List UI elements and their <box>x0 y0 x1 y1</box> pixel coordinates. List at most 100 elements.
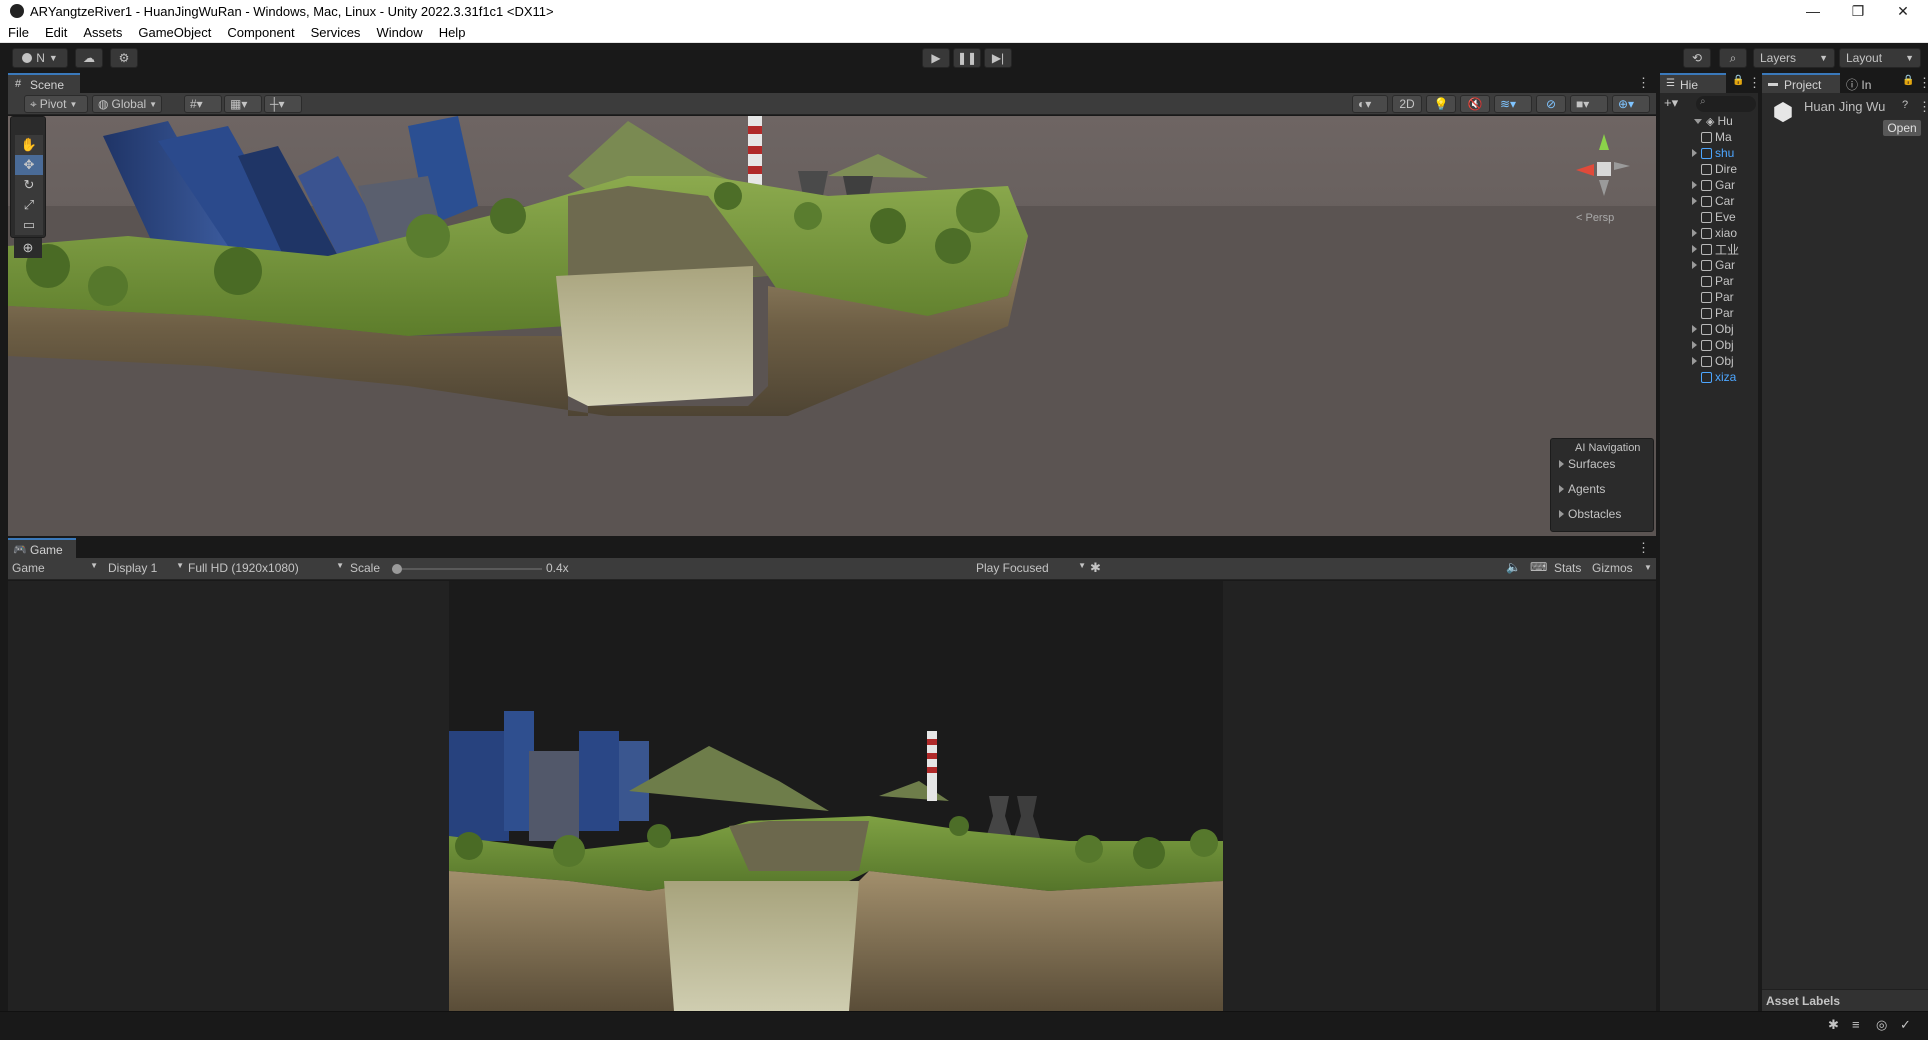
progress-check-icon[interactable]: ✓ <box>1900 1017 1911 1033</box>
hierarchy-item[interactable]: shu <box>1692 145 1734 161</box>
add-object-button[interactable]: +▾ <box>1664 95 1678 111</box>
hierarchy-item[interactable]: 工业 <box>1692 241 1739 257</box>
gizmos-toggle[interactable]: ⊕▾ <box>1612 95 1650 113</box>
expand-arrow-icon[interactable] <box>1692 181 1697 189</box>
keyboard-icon[interactable]: ⌨ <box>1530 560 1547 574</box>
ai-nav-surfaces[interactable]: Surfaces <box>1559 457 1615 471</box>
pivot-dropdown[interactable]: ⌖ Pivot ▼ <box>24 95 88 113</box>
tab-scene[interactable]: # Scene <box>8 73 80 93</box>
maximize-icon[interactable]: ❐ <box>1835 0 1881 22</box>
help-icon[interactable]: ? <box>1902 99 1908 111</box>
menu-component[interactable]: Component <box>219 25 302 40</box>
expand-arrow-icon[interactable] <box>1692 261 1697 269</box>
hierarchy-item[interactable]: Ma <box>1692 129 1732 145</box>
minimize-icon[interactable]: — <box>1790 0 1836 22</box>
scene-orientation-gizmo[interactable] <box>1564 126 1644 206</box>
grid-visibility-button[interactable]: ▦▾ <box>224 95 262 113</box>
scene-viewport[interactable]: ✋ ✥ ↻ ⤢ ▭ ⊕ < Persp AI Navigation Surfac… <box>8 116 1656 536</box>
hierarchy-item[interactable]: xiza <box>1692 369 1736 385</box>
menu-edit[interactable]: Edit <box>37 25 75 40</box>
hidden-objects-toggle[interactable]: ⊘ <box>1536 95 1566 113</box>
audio-toggle[interactable]: 🔇 <box>1460 95 1490 113</box>
lighting-toggle[interactable]: 💡 <box>1426 95 1456 113</box>
hierarchy-item[interactable]: Gar <box>1692 177 1735 193</box>
menu-help[interactable]: Help <box>431 25 474 40</box>
draw-mode-button[interactable]: ◐▾ <box>1352 95 1388 113</box>
increment-snap-button[interactable]: ┼▾ <box>264 95 302 113</box>
lock-icon[interactable]: 🔒 <box>1732 75 1744 86</box>
gizmos-button[interactable]: Gizmos <box>1592 561 1633 575</box>
transform-tool-button[interactable]: ⊕ <box>14 238 42 258</box>
expand-arrow-icon[interactable] <box>1692 341 1697 349</box>
expand-arrow-icon[interactable] <box>1692 229 1697 237</box>
close-icon[interactable]: ✕ <box>1880 0 1926 22</box>
scale-slider-handle[interactable] <box>392 564 402 574</box>
tab-inspector[interactable]: ⓘ In <box>1846 76 1871 93</box>
move-tool-button[interactable]: ✥ <box>15 155 43 175</box>
bug-report-icon[interactable]: ✱ <box>1828 1017 1839 1033</box>
game-view-area[interactable] <box>8 581 1656 1011</box>
scale-tool-button[interactable]: ⤢ <box>15 195 43 215</box>
tab-project[interactable]: ▬ Project <box>1762 73 1840 93</box>
search-button[interactable]: ⌕ <box>1719 48 1747 68</box>
menu-file[interactable]: File <box>0 25 37 40</box>
expand-arrow-icon[interactable] <box>1692 149 1697 157</box>
cloud-button[interactable]: ☁ <box>75 48 103 68</box>
more-options-icon[interactable]: ⋮ <box>1918 75 1928 91</box>
hierarchy-item[interactable]: Dire <box>1692 161 1737 177</box>
menu-window[interactable]: Window <box>368 25 430 40</box>
debug-bug-icon[interactable]: ✱ <box>1090 560 1101 576</box>
layout-dropdown[interactable]: Layout ▼ <box>1839 48 1921 68</box>
hierarchy-item[interactable]: Par <box>1692 273 1734 289</box>
play-focused-dropdown[interactable]: Play Focused ▼ <box>976 561 1086 575</box>
more-options-icon[interactable]: ⋮ <box>1748 75 1761 91</box>
pause-button[interactable]: ❚❚ <box>953 48 981 68</box>
more-options-icon[interactable]: ⋮ <box>1637 75 1650 91</box>
effects-toggle[interactable]: ≋▾ <box>1494 95 1532 113</box>
more-options-icon[interactable]: ⋮ <box>1637 540 1650 556</box>
hierarchy-item[interactable]: Par <box>1692 305 1734 321</box>
history-button[interactable]: ⟲ <box>1683 48 1711 68</box>
hand-tool-button[interactable]: ✋ <box>15 135 43 155</box>
hierarchy-item[interactable]: Obj <box>1692 321 1734 337</box>
rotate-tool-button[interactable]: ↻ <box>15 175 43 195</box>
ai-nav-agents[interactable]: Agents <box>1559 482 1605 496</box>
collab-button[interactable]: ⚙ <box>110 48 138 68</box>
hierarchy-item[interactable]: Eve <box>1692 209 1736 225</box>
auto-generate-lighting-icon[interactable]: ◎ <box>1876 1017 1887 1033</box>
tab-hierarchy[interactable]: ☰ Hie <box>1660 73 1726 93</box>
rect-tool-button[interactable]: ▭ <box>15 215 43 235</box>
account-button[interactable]: N ▼ <box>12 48 68 68</box>
play-button[interactable]: ▶ <box>922 48 950 68</box>
grid-snap-button[interactable]: #▾ <box>184 95 222 113</box>
expand-arrow-icon[interactable] <box>1692 197 1697 205</box>
hierarchy-item[interactable]: Car <box>1692 193 1734 209</box>
menu-assets[interactable]: Assets <box>75 25 130 40</box>
tab-game[interactable]: 🎮 Game <box>8 538 76 558</box>
stats-button[interactable]: Stats <box>1554 561 1581 575</box>
layers-dropdown[interactable]: Layers ▼ <box>1753 48 1835 68</box>
game-view-dropdown[interactable]: Game ▼ <box>12 561 98 575</box>
display-dropdown[interactable]: Display 1 ▼ <box>108 561 184 575</box>
hierarchy-item[interactable]: xiao <box>1692 225 1737 241</box>
hierarchy-item[interactable]: Gar <box>1692 257 1735 273</box>
expand-arrow-icon[interactable] <box>1692 245 1697 253</box>
hierarchy-item[interactable]: Obj <box>1692 337 1734 353</box>
expand-arrow-icon[interactable] <box>1692 325 1697 333</box>
hierarchy-item[interactable]: Par <box>1692 289 1734 305</box>
cache-server-icon[interactable]: ≡ <box>1852 1017 1860 1032</box>
menu-services[interactable]: Services <box>303 25 369 40</box>
hierarchy-item[interactable]: Obj <box>1692 353 1734 369</box>
hierarchy-root-scene[interactable]: ◈ Hu <box>1694 113 1733 129</box>
global-dropdown[interactable]: ◍ Global ▼ <box>92 95 162 113</box>
step-button[interactable]: ▶| <box>984 48 1012 68</box>
resolution-dropdown[interactable]: Full HD (1920x1080) ▼ <box>188 561 344 575</box>
lock-icon[interactable]: 🔒 <box>1902 75 1914 86</box>
camera-settings-button[interactable]: ■▾ <box>1570 95 1608 113</box>
menu-gameobject[interactable]: GameObject <box>130 25 219 40</box>
hierarchy-search-input[interactable]: ⌕ <box>1696 96 1756 112</box>
chevron-down-icon[interactable]: ▼ <box>1644 563 1652 572</box>
perspective-label[interactable]: < Persp <box>1576 212 1614 224</box>
2d-toggle[interactable]: 2D <box>1392 95 1422 113</box>
more-options-icon[interactable]: ⋮ <box>1918 99 1928 115</box>
